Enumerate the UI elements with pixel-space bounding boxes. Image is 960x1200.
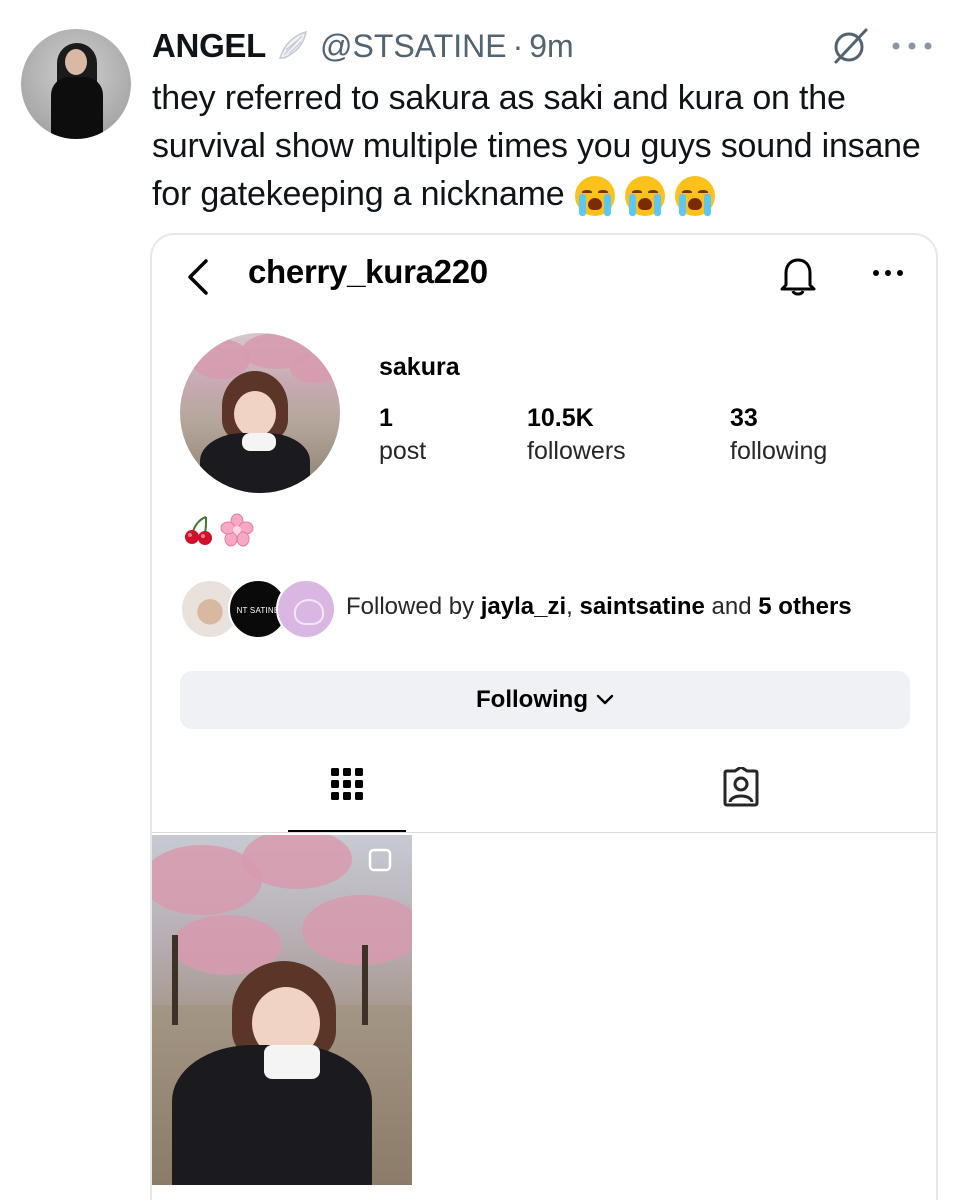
loudly-crying-emoji-icon xyxy=(624,176,665,217)
blossom-decor xyxy=(302,895,412,965)
loudly-crying-emoji-icon xyxy=(574,176,615,217)
mutual-others: 5 others xyxy=(758,593,852,620)
followed-by-prefix: Followed by xyxy=(346,593,481,620)
tab-tagged[interactable] xyxy=(682,767,800,833)
followed-by-separator: , xyxy=(566,593,580,620)
blossom-decor xyxy=(242,835,352,889)
user-handle[interactable]: @STSATINE xyxy=(320,28,507,65)
following-count: 33 xyxy=(730,404,758,432)
followed-by-text[interactable]: Followed by jayla_zi, saintsatine and 5 … xyxy=(346,593,852,621)
separator-dot: · xyxy=(512,27,524,64)
emoji-group xyxy=(574,176,715,217)
grok-icon[interactable] xyxy=(828,24,872,68)
stat-posts[interactable]: 1 post xyxy=(379,403,426,469)
tagged-person-icon xyxy=(723,767,759,807)
followers-count: 10.5K xyxy=(527,404,594,432)
following-button[interactable]: Following xyxy=(180,671,910,729)
bell-icon[interactable] xyxy=(778,253,818,297)
followers-label: followers xyxy=(527,437,626,465)
cherry-icon xyxy=(185,516,212,545)
profile-name: sakura xyxy=(379,353,460,381)
tweet-timestamp[interactable]: 9m xyxy=(529,28,573,65)
person-face xyxy=(234,391,276,437)
tabs-divider xyxy=(152,832,936,833)
tab-posts-grid[interactable] xyxy=(288,767,406,833)
loudly-crying-emoji-icon xyxy=(674,176,715,217)
posts-label: post xyxy=(379,437,427,465)
blossom-decor xyxy=(290,353,340,383)
mutual-user-1: jayla_zi xyxy=(480,593,567,620)
chevron-down-icon xyxy=(596,694,614,705)
tweet-text: they referred to sakura as saki and kura… xyxy=(152,74,942,218)
mutual-user-2: saintsatine xyxy=(579,593,705,620)
person-collar xyxy=(264,1045,320,1079)
post-thumbnail[interactable] xyxy=(152,835,412,1185)
tree-trunk xyxy=(172,935,178,1025)
grid-icon xyxy=(331,768,363,800)
tree-trunk xyxy=(362,945,368,1025)
display-name[interactable]: ANGEL xyxy=(152,27,266,65)
back-chevron-icon[interactable] xyxy=(182,255,216,299)
cherry-blossom-icon xyxy=(220,513,254,547)
profile-username: cherry_kura220 xyxy=(248,253,488,290)
profile-avatar[interactable] xyxy=(180,333,340,493)
author-avatar[interactable] xyxy=(21,29,131,139)
person-collar xyxy=(242,433,276,451)
more-horizontal-icon[interactable] xyxy=(868,265,908,281)
followed-by-and: and xyxy=(704,593,759,620)
wing-icon xyxy=(278,30,307,59)
tweet-body: they referred to sakura as saki and kura… xyxy=(152,79,921,213)
mutual-followers-avatars[interactable]: NT SATINE xyxy=(180,579,336,641)
multiple-posts-icon xyxy=(368,848,392,872)
following-label: following xyxy=(730,437,828,465)
following-button-label: Following xyxy=(476,686,588,713)
profile-bio xyxy=(182,513,254,547)
mutual-avatar xyxy=(276,579,336,639)
posts-count: 1 xyxy=(379,404,393,432)
tweet-header: ANGEL @STSATINE · 9m xyxy=(152,22,574,70)
stat-followers[interactable]: 10.5K followers xyxy=(527,403,626,469)
avatar-face xyxy=(65,49,87,75)
more-horizontal-icon[interactable] xyxy=(886,36,938,56)
stat-following[interactable]: 33 following xyxy=(730,403,827,469)
attached-image-card[interactable]: cherry_kura220 sakura 1 post 10.5K follo… xyxy=(150,233,938,1200)
avatar-body xyxy=(51,77,103,139)
